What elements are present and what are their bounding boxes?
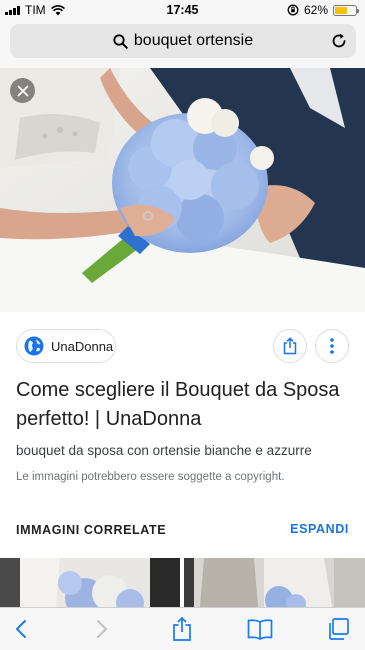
status-bar: TIM 17:45 62%: [0, 0, 365, 20]
related-images-strip: [0, 558, 365, 608]
address-bar[interactable]: bouquet ortensie: [10, 24, 356, 58]
close-icon: [17, 85, 28, 96]
browser-address-area: bouquet ortensie: [0, 20, 365, 68]
back-button[interactable]: [8, 616, 34, 642]
related-image-photo: [0, 558, 180, 608]
forward-icon: [97, 620, 107, 638]
reload-icon[interactable]: [330, 32, 348, 50]
related-image[interactable]: [0, 558, 180, 608]
related-images-heading: IMMAGINI CORRELATE: [16, 523, 167, 537]
expand-link[interactable]: ESPANDI: [290, 522, 349, 536]
address-center: bouquet ortensie: [10, 32, 356, 50]
copyright-note: Le immagini potrebbero essere soggette a…: [16, 471, 285, 483]
share-icon: [283, 337, 297, 355]
tabs-icon: [329, 618, 349, 640]
source-name: UnaDonna: [51, 338, 114, 354]
battery-level: [335, 6, 348, 14]
result-image[interactable]: [0, 68, 365, 312]
safari-toolbar: [0, 607, 365, 650]
bookmarks-icon: [247, 619, 273, 640]
share-icon: [173, 616, 191, 641]
back-icon: [16, 620, 26, 638]
address-query[interactable]: bouquet ortensie: [134, 32, 253, 50]
status-right: 62%: [287, 3, 359, 17]
close-image-button[interactable]: [10, 78, 35, 103]
share-result-button[interactable]: [273, 329, 307, 363]
source-chip[interactable]: UnaDonna: [16, 329, 116, 363]
globe-icon: [24, 336, 44, 356]
result-description: bouquet da sposa con ortensie bianche e …: [16, 443, 312, 458]
bouquet-photo: [0, 68, 365, 312]
more-vert-icon: [330, 338, 334, 354]
orientation-lock-icon: [287, 4, 299, 16]
tabs-button[interactable]: [325, 616, 351, 642]
result-title[interactable]: Come scegliere il Bouquet da Sposa perfe…: [16, 376, 351, 434]
share-page-button[interactable]: [169, 616, 195, 642]
battery-percent: 62%: [303, 3, 328, 17]
related-image[interactable]: [184, 558, 365, 608]
related-image-photo: [184, 558, 365, 608]
battery-icon: [333, 4, 359, 16]
search-icon: [113, 33, 128, 49]
forward-button[interactable]: [89, 616, 115, 642]
bookmarks-button[interactable]: [247, 616, 273, 642]
more-options-button[interactable]: [315, 329, 349, 363]
